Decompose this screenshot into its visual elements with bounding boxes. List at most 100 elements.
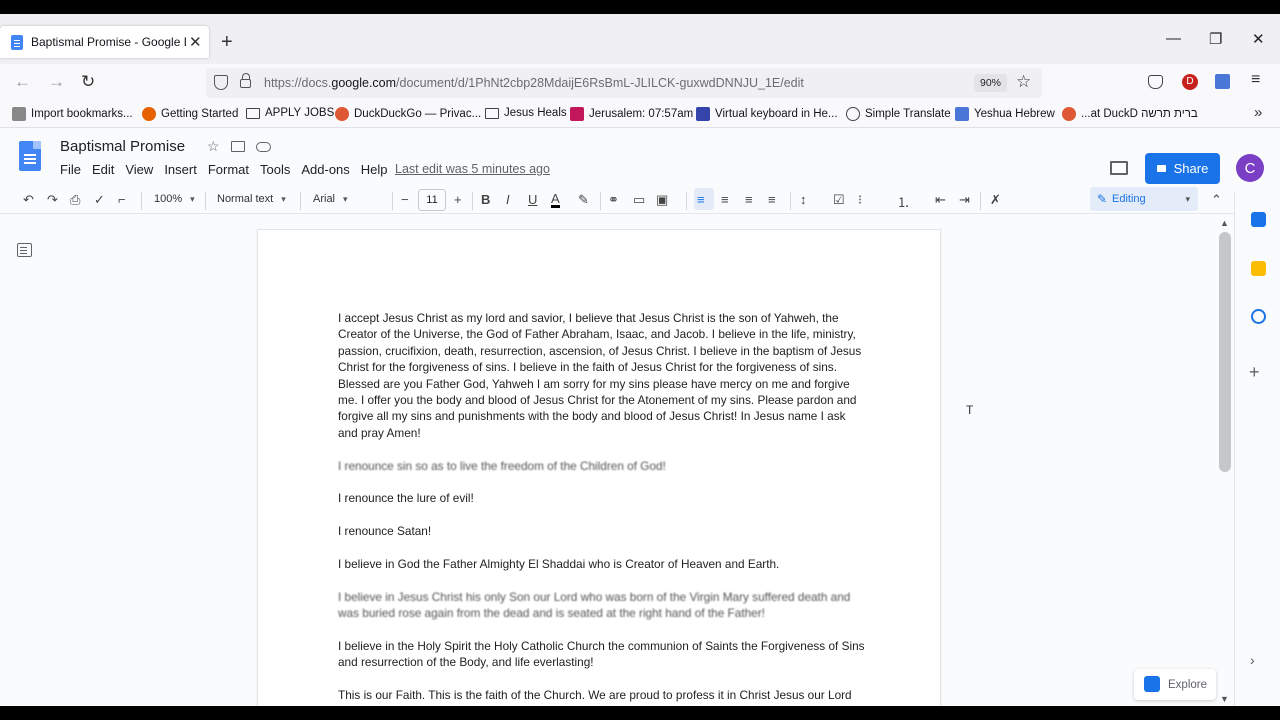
calendar-icon[interactable] bbox=[1251, 212, 1266, 227]
keep-icon[interactable] bbox=[1251, 261, 1266, 276]
cloud-status-icon[interactable] bbox=[256, 142, 271, 152]
decrease-font-size-icon[interactable]: − bbox=[401, 192, 409, 207]
restore-button[interactable]: ❐ bbox=[1209, 30, 1222, 48]
bookmark-item[interactable]: DuckDuckGo — Privac... bbox=[335, 107, 481, 121]
move-folder-icon[interactable] bbox=[231, 141, 245, 152]
paragraph[interactable]: This is our Faith. This is the faith of … bbox=[338, 687, 868, 706]
menu-format[interactable]: Format bbox=[208, 162, 249, 177]
numbered-list-icon[interactable]: ⒈ bbox=[897, 192, 910, 211]
forward-icon[interactable]: → bbox=[48, 72, 65, 92]
close-tab-icon[interactable]: ✕ bbox=[189, 33, 202, 51]
menu-view[interactable]: View bbox=[125, 162, 153, 177]
document-page[interactable]: I accept Jesus Christ as my lord and sav… bbox=[257, 229, 941, 706]
text-color-icon[interactable]: A bbox=[551, 192, 560, 208]
bookmark-folder[interactable]: Jesus Heals bbox=[485, 107, 567, 119]
menu-tools[interactable]: Tools bbox=[260, 162, 290, 177]
bookmark-folder[interactable]: APPLY JOBS bbox=[246, 107, 334, 119]
paragraph[interactable]: I renounce the lure of evil! bbox=[338, 490, 868, 506]
paragraph[interactable]: I accept Jesus Christ as my lord and sav… bbox=[338, 310, 868, 441]
align-right-icon[interactable]: ≡ bbox=[745, 192, 753, 207]
back-icon[interactable]: ← bbox=[14, 72, 31, 92]
bookmark-item[interactable]: Import bookmarks... bbox=[12, 107, 133, 121]
underline-icon[interactable]: U bbox=[528, 192, 537, 207]
justify-icon[interactable]: ≡ bbox=[768, 192, 776, 207]
star-icon[interactable]: ☆ bbox=[207, 138, 220, 155]
share-button[interactable]: Share bbox=[1145, 153, 1220, 184]
bookmark-item[interactable]: Yeshua Hebrew bbox=[955, 107, 1055, 121]
increase-font-size-icon[interactable]: + bbox=[454, 192, 462, 207]
undo-icon[interactable]: ↶ bbox=[23, 192, 34, 208]
paint-format-icon[interactable]: ⌐ bbox=[118, 192, 126, 207]
paragraph[interactable]: I believe in Jesus Christ his only Son o… bbox=[338, 589, 868, 622]
style-select[interactable]: Normal text bbox=[217, 193, 286, 205]
pocket-icon[interactable] bbox=[1148, 75, 1163, 89]
decrease-indent-icon[interactable]: ⇤ bbox=[935, 192, 946, 208]
redo-icon[interactable]: ↷ bbox=[47, 192, 58, 208]
close-window-button[interactable]: ✕ bbox=[1252, 30, 1265, 48]
menu-addons[interactable]: Add-ons bbox=[301, 162, 349, 177]
bookmark-item[interactable]: Jerusalem: 07:57am bbox=[570, 107, 693, 121]
vertical-scrollbar[interactable]: ▲ ▼ bbox=[1217, 218, 1233, 706]
bookmark-item[interactable]: Simple Translate bbox=[846, 107, 951, 121]
zoom-indicator[interactable]: 90% bbox=[974, 74, 1008, 92]
align-left-icon[interactable]: ≡ bbox=[697, 192, 705, 207]
comment-history-icon[interactable] bbox=[1110, 161, 1128, 175]
url-text[interactable]: https://docs.google.com/document/d/1PhNt… bbox=[264, 76, 804, 90]
document-title[interactable]: Baptismal Promise bbox=[60, 138, 185, 155]
checklist-icon[interactable]: ☑ bbox=[833, 192, 845, 208]
extension-d-icon[interactable]: D bbox=[1182, 74, 1198, 90]
add-addon-icon[interactable]: + bbox=[1249, 362, 1260, 383]
paragraph[interactable]: I believe in God the Father Almighty El … bbox=[338, 556, 868, 572]
spellcheck-icon[interactable]: ✓ bbox=[94, 192, 105, 208]
minimize-button[interactable]: — bbox=[1166, 30, 1181, 47]
menu-insert[interactable]: Insert bbox=[164, 162, 197, 177]
avatar[interactable]: C bbox=[1236, 154, 1264, 182]
scrollbar-thumb[interactable] bbox=[1219, 232, 1231, 472]
increase-indent-icon[interactable]: ⇥ bbox=[959, 192, 970, 208]
last-edit-link[interactable]: Last edit was 5 minutes ago bbox=[395, 162, 550, 176]
tasks-icon[interactable] bbox=[1251, 309, 1266, 324]
reload-icon[interactable]: ↻ bbox=[81, 72, 95, 92]
font-select[interactable]: Arial bbox=[313, 193, 389, 205]
menu-file[interactable]: File bbox=[60, 162, 81, 177]
tracking-protection-icon[interactable] bbox=[214, 75, 228, 90]
bookmark-item[interactable]: Virtual keyboard in He... bbox=[696, 107, 838, 121]
insert-image-icon[interactable]: ▣ bbox=[656, 192, 668, 208]
collapse-menus-icon[interactable]: ⌃ bbox=[1211, 192, 1222, 208]
align-center-icon[interactable]: ≡ bbox=[721, 192, 729, 207]
chevron-more-icon[interactable]: » bbox=[1254, 104, 1262, 121]
browser-tab[interactable]: Baptismal Promise - Google Docs ✕ bbox=[0, 26, 209, 58]
menu-icon[interactable]: ≡ bbox=[1251, 71, 1260, 89]
scroll-down-icon[interactable]: ▼ bbox=[1220, 694, 1229, 704]
paragraph[interactable]: I renounce Satan! bbox=[338, 523, 868, 539]
bulleted-list-icon[interactable]: ⁝ bbox=[858, 192, 862, 208]
print-icon[interactable]: ⎙ bbox=[70, 192, 80, 208]
font-size-input[interactable]: 11 bbox=[418, 189, 446, 211]
new-tab-button[interactable]: + bbox=[221, 31, 233, 54]
add-comment-icon[interactable]: ▭ bbox=[633, 192, 645, 208]
translate-extension-icon[interactable] bbox=[1215, 74, 1230, 89]
menu-help[interactable]: Help bbox=[361, 162, 388, 177]
address-bar[interactable]: https://docs.google.com/document/d/1PhNt… bbox=[206, 68, 1042, 98]
paragraph[interactable]: I believe in the Holy Spirit the Holy Ca… bbox=[338, 638, 868, 671]
insert-link-icon[interactable]: ⚭ bbox=[608, 192, 619, 208]
document-body[interactable]: I accept Jesus Christ as my lord and sav… bbox=[338, 310, 868, 706]
bookmark-star-icon[interactable]: ☆ bbox=[1016, 72, 1031, 92]
paragraph[interactable]: I renounce sin so as to live the freedom… bbox=[338, 458, 868, 474]
clear-formatting-icon[interactable]: ✗ bbox=[990, 192, 1001, 208]
line-spacing-icon[interactable]: ↕ bbox=[800, 192, 807, 207]
highlight-color-icon[interactable]: ✎ bbox=[578, 192, 589, 208]
chevron-right-icon[interactable]: › bbox=[1250, 652, 1255, 668]
explore-button[interactable]: Explore bbox=[1134, 669, 1216, 700]
bold-icon[interactable]: B bbox=[481, 192, 490, 207]
bookmark-item[interactable]: Getting Started bbox=[142, 107, 238, 121]
editing-mode-select[interactable]: ✎ Editing bbox=[1090, 187, 1198, 211]
italic-icon[interactable]: I bbox=[506, 192, 510, 207]
scroll-up-icon[interactable]: ▲ bbox=[1220, 218, 1229, 228]
google-docs-logo-icon[interactable] bbox=[19, 141, 41, 171]
lock-icon[interactable] bbox=[240, 73, 251, 88]
document-outline-icon[interactable] bbox=[17, 243, 32, 257]
zoom-select[interactable]: 100% bbox=[154, 193, 195, 205]
menu-edit[interactable]: Edit bbox=[92, 162, 114, 177]
bookmark-item[interactable]: ...at DuckD ברית תרשה bbox=[1062, 107, 1198, 121]
